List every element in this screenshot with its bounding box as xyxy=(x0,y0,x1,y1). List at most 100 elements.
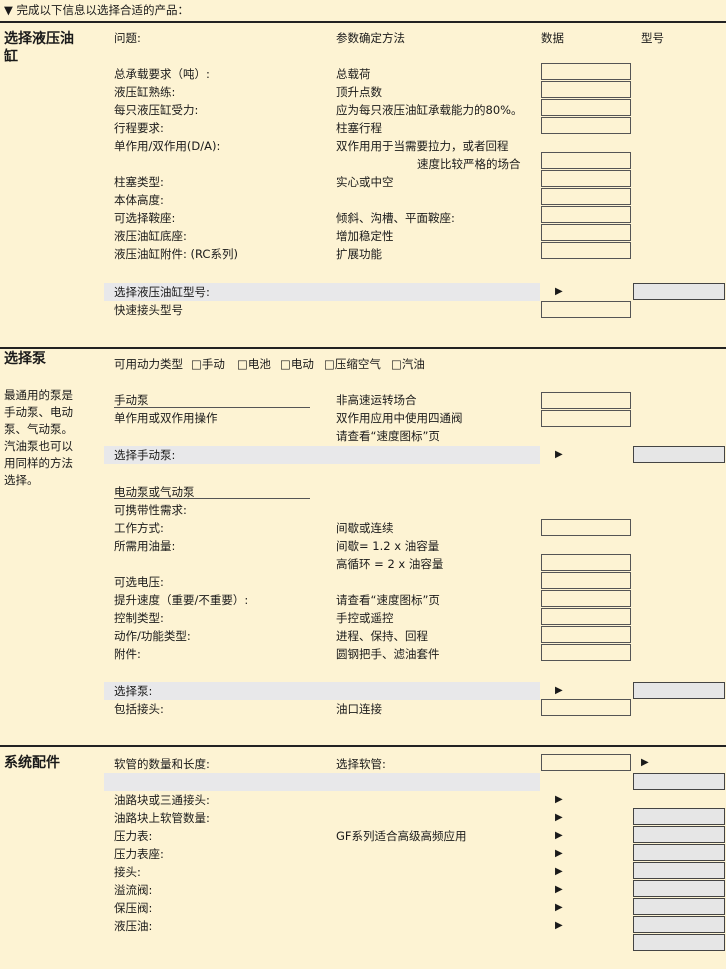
form-header: ▼ 完成以下信息以选择合适的产品： xyxy=(4,3,189,17)
cyl-data-input-0[interactable] xyxy=(541,63,631,80)
cyl-data-input-1[interactable] xyxy=(541,81,631,98)
elec-data-input-3[interactable] xyxy=(541,590,631,607)
sys-model-output-2 xyxy=(633,844,725,861)
cyl-data-input-3[interactable] xyxy=(541,117,631,134)
power-option-1[interactable]: □电池 xyxy=(237,357,271,371)
sys-question-5: 溢流阀: xyxy=(114,883,153,897)
hose-question: 软管的数量和长度: xyxy=(114,757,210,771)
manual-select-arrow: ▶ xyxy=(555,449,563,460)
sys-question-0: 油路块或三通接头: xyxy=(114,793,210,807)
elec-data-input-0[interactable] xyxy=(541,519,631,536)
elec-question-5: 提升速度（重要/不重要）: xyxy=(114,593,249,607)
elec-data-input-2[interactable] xyxy=(541,572,631,589)
sys-arrow-2: ▶ xyxy=(555,830,563,841)
elec-data-input-6[interactable] xyxy=(541,644,631,661)
power-option-4[interactable]: □汽油 xyxy=(391,357,425,371)
elec-pump-underline xyxy=(114,498,310,499)
elec-method-8: 圆钢把手、滤油套件 xyxy=(336,647,440,661)
sys-arrow-0: ▶ xyxy=(555,794,563,805)
power-option-3[interactable]: □压缩空气 xyxy=(324,357,381,371)
cyl-question-3: 行程要求: xyxy=(114,121,164,135)
cyl-data-input-9[interactable] xyxy=(541,242,631,259)
cyl-method-9: 增加稳定性 xyxy=(336,229,394,243)
elec-data-input-4[interactable] xyxy=(541,608,631,625)
elec-question-8: 附件: xyxy=(114,647,141,661)
sys-arrow-7: ▶ xyxy=(555,920,563,931)
section-title-pump: 选择泵 xyxy=(4,351,46,367)
manual-question-1: 单作用或双作用操作 xyxy=(114,411,218,425)
cyl-method-8: 倾斜、沟槽、平面鞍座: xyxy=(336,211,455,225)
cyl-question-9: 液压油缸底座: xyxy=(114,229,187,243)
sys-arrow-3: ▶ xyxy=(555,848,563,859)
sys-method-2: GF系列适合高级高频应用 xyxy=(336,829,467,843)
manual-method-1: 双作用应用中使用四通阀 xyxy=(336,411,463,425)
manual-method-0: 非高速运转场合 xyxy=(336,393,417,407)
col-header-method: 参数确定方法 xyxy=(336,31,405,45)
elec-method-3: 高循环 = 2 x 油容量 xyxy=(336,557,444,571)
elec-question-1: 工作方式: xyxy=(114,521,164,535)
power-option-0[interactable]: □手动 xyxy=(191,357,225,371)
manual-model-output xyxy=(633,446,725,463)
elec-method-7: 进程、保持、回程 xyxy=(336,629,428,643)
col-header-question: 问题: xyxy=(114,31,141,45)
sys-model-output-1 xyxy=(633,826,725,843)
cyl-question-0: 总承载要求（吨）: xyxy=(114,67,210,81)
elec-question-4: 可选电压: xyxy=(114,575,164,589)
cyl-data-input-5[interactable] xyxy=(541,170,631,187)
cyl-method-1: 顶升点数 xyxy=(336,85,382,99)
elec-pump-heading: 电动泵或气动泵 xyxy=(114,485,195,499)
cyl-question-6: 柱塞类型: xyxy=(114,175,164,189)
hose-arrow: ▶ xyxy=(641,757,649,768)
sys-question-7: 液压油: xyxy=(114,919,153,933)
cyl-model-output xyxy=(633,283,725,300)
sys-model-output-4 xyxy=(633,880,725,897)
cyl-data-input-2[interactable] xyxy=(541,99,631,116)
manual-select-label: 选择手动泵: xyxy=(114,448,176,462)
elec-method-1: 间歇或连续 xyxy=(336,521,394,535)
elec-method-5: 请查看“速度图标”页 xyxy=(336,593,440,607)
sys-model-output-7 xyxy=(633,934,725,951)
elec-data-input-5[interactable] xyxy=(541,626,631,643)
hose-method: 选择软管: xyxy=(336,757,386,771)
manual-data-input-1[interactable] xyxy=(541,410,631,427)
elec-data-input-1[interactable] xyxy=(541,554,631,571)
cyl-question-4: 单作用/双作用(D/A): xyxy=(114,139,221,153)
cyl-method-3: 柱塞行程 xyxy=(336,121,382,135)
cyl-coupler-label: 快速接头型号 xyxy=(114,303,183,317)
cyl-data-input-7[interactable] xyxy=(541,206,631,223)
elec-method-2: 间歇= 1.2 x 油容量 xyxy=(336,539,440,553)
pump-note: 最通用的泵是手动泵、电动泵、气动泵。汽油泵也可以用同样的方法选择。 xyxy=(4,388,73,487)
cyl-question-10: 液压油缸附件: (RC系列) xyxy=(114,247,238,261)
sys-arrow-4: ▶ xyxy=(555,866,563,877)
sys-question-2: 压力表: xyxy=(114,829,153,843)
manual-data-input-0[interactable] xyxy=(541,392,631,409)
power-option-2[interactable]: □电动 xyxy=(280,357,314,371)
cyl-question-2: 每只液压缸受力: xyxy=(114,103,199,117)
sys-model-output-0 xyxy=(633,808,725,825)
col-header-data: 数据 xyxy=(541,31,564,45)
section-title-system: 系统配件 xyxy=(4,755,60,771)
cyl-method-0: 总载荷 xyxy=(336,67,371,81)
cyl-method-10: 扩展功能 xyxy=(336,247,382,261)
cyl-data-input-6[interactable] xyxy=(541,188,631,205)
sys-question-1: 油路块上软管数量: xyxy=(114,811,210,825)
col-header-model: 型号 xyxy=(641,31,664,45)
hose-data-input[interactable] xyxy=(541,754,631,771)
pump-fitting-method: 油口连接 xyxy=(336,702,382,716)
elec-question-6: 控制类型: xyxy=(114,611,164,625)
cyl-select-arrow: ▶ xyxy=(555,286,563,297)
pump-fitting-input[interactable] xyxy=(541,699,631,716)
pump-select-arrow: ▶ xyxy=(555,685,563,696)
pump-fitting-label: 包括接头: xyxy=(114,702,164,716)
cyl-data-input-8[interactable] xyxy=(541,224,631,241)
cyl-question-7: 本体高度: xyxy=(114,193,164,207)
cyl-question-1: 液压缸熟练: xyxy=(114,85,176,99)
sys-model-output-5 xyxy=(633,898,725,915)
cyl-method-5: 速度比较严格的场合 xyxy=(417,157,521,171)
pump-divider xyxy=(0,347,726,349)
hose-band xyxy=(104,773,540,791)
sys-question-6: 保压阀: xyxy=(114,901,153,915)
cyl-data-input-4[interactable] xyxy=(541,152,631,169)
manual-pump-underline xyxy=(114,407,310,408)
cyl-coupler-input[interactable] xyxy=(541,301,631,318)
